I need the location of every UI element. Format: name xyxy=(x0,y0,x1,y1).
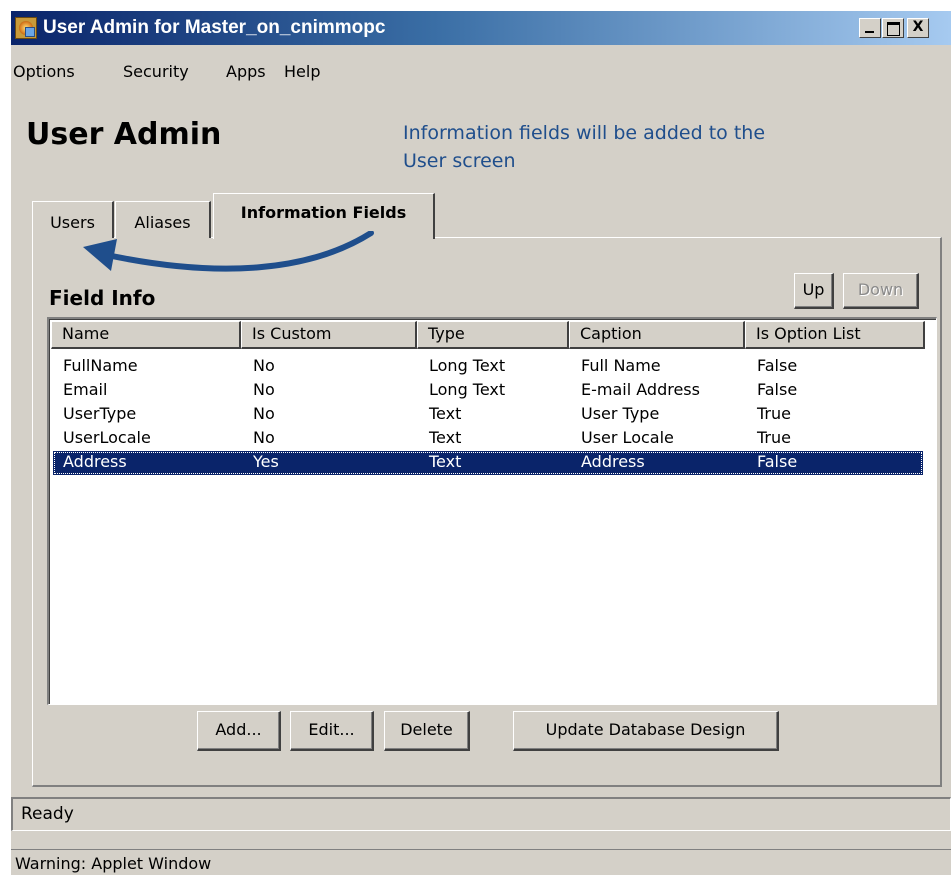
close-icon[interactable]: X xyxy=(907,18,929,38)
cell-type: Long Text xyxy=(429,356,506,375)
applet-warning: Warning: Applet Window xyxy=(11,849,951,877)
field-table[interactable]: Name Is Custom Type Caption Is Option Li… xyxy=(47,317,937,705)
cell-is-option-list: False xyxy=(757,452,798,471)
cell-caption: User Locale xyxy=(581,428,674,447)
update-database-design-button[interactable]: Update Database Design xyxy=(513,711,779,751)
cell-is-custom: No xyxy=(253,428,275,447)
cell-caption: E-mail Address xyxy=(581,380,700,399)
cell-is-custom: Yes xyxy=(253,452,279,471)
annotation-arrow-icon xyxy=(83,231,374,272)
app-window: User Admin for Master_on_cnimmopc X Opti… xyxy=(9,9,951,875)
cell-caption: User Type xyxy=(581,404,660,423)
cell-is-option-list: False xyxy=(757,356,798,375)
up-button[interactable]: Up xyxy=(794,273,834,309)
maximize-icon[interactable] xyxy=(882,18,904,38)
menu-apps[interactable]: Apps xyxy=(226,62,266,81)
cell-name: UserType xyxy=(63,404,137,423)
cell-type: Long Text xyxy=(429,380,506,399)
section-title: Field Info xyxy=(49,286,156,310)
page-title: User Admin xyxy=(26,117,222,152)
cell-is-option-list: True xyxy=(757,404,791,423)
java-applet-icon xyxy=(15,17,37,39)
cell-name: Address xyxy=(63,452,127,471)
menu-security[interactable]: Security xyxy=(123,62,189,81)
cell-name: Email xyxy=(63,380,108,399)
annotation-note: Information fields will be added to the … xyxy=(403,122,766,172)
column-header-is-custom[interactable]: Is Custom xyxy=(241,321,417,349)
cell-type: Text xyxy=(429,452,462,471)
menu-options[interactable]: Options xyxy=(13,62,75,81)
menu-bar: Options Security Apps Help xyxy=(11,59,951,85)
title-bar[interactable]: User Admin for Master_on_cnimmopc X xyxy=(11,11,951,45)
table-header: Name Is Custom Type Caption Is Option Li… xyxy=(51,321,925,349)
column-header-type[interactable]: Type xyxy=(417,321,569,349)
cell-type: Text xyxy=(429,428,462,447)
cell-type: Text xyxy=(429,404,462,423)
down-button[interactable]: Down xyxy=(843,273,919,309)
table-row[interactable]: FullName No Long Text Full Name False xyxy=(53,355,923,379)
cell-caption: Full Name xyxy=(581,356,661,375)
cell-name: FullName xyxy=(63,356,138,375)
delete-button[interactable]: Delete xyxy=(384,711,470,751)
minimize-icon[interactable] xyxy=(859,18,881,38)
column-header-name[interactable]: Name xyxy=(51,321,241,349)
cell-is-custom: No xyxy=(253,356,275,375)
cell-is-custom: No xyxy=(253,380,275,399)
menu-help[interactable]: Help xyxy=(284,62,320,81)
table-row[interactable]: UserType No Text User Type True xyxy=(53,403,923,427)
window-title: User Admin for Master_on_cnimmopc xyxy=(43,17,386,38)
table-row[interactable]: Email No Long Text E-mail Address False xyxy=(53,379,923,403)
cell-caption: Address xyxy=(581,452,645,471)
cell-is-option-list: True xyxy=(757,428,791,447)
edit-button[interactable]: Edit... xyxy=(290,711,374,751)
status-bar: Ready xyxy=(11,797,951,831)
table-row-selected[interactable]: Address Yes Text Address False xyxy=(53,451,923,475)
column-header-is-option-list[interactable]: Is Option List xyxy=(745,321,925,349)
cell-is-custom: No xyxy=(253,404,275,423)
table-row[interactable]: UserLocale No Text User Locale True xyxy=(53,427,923,451)
cell-name: UserLocale xyxy=(63,428,151,447)
column-header-caption[interactable]: Caption xyxy=(569,321,745,349)
cell-is-option-list: False xyxy=(757,380,798,399)
add-button[interactable]: Add... xyxy=(197,711,281,751)
